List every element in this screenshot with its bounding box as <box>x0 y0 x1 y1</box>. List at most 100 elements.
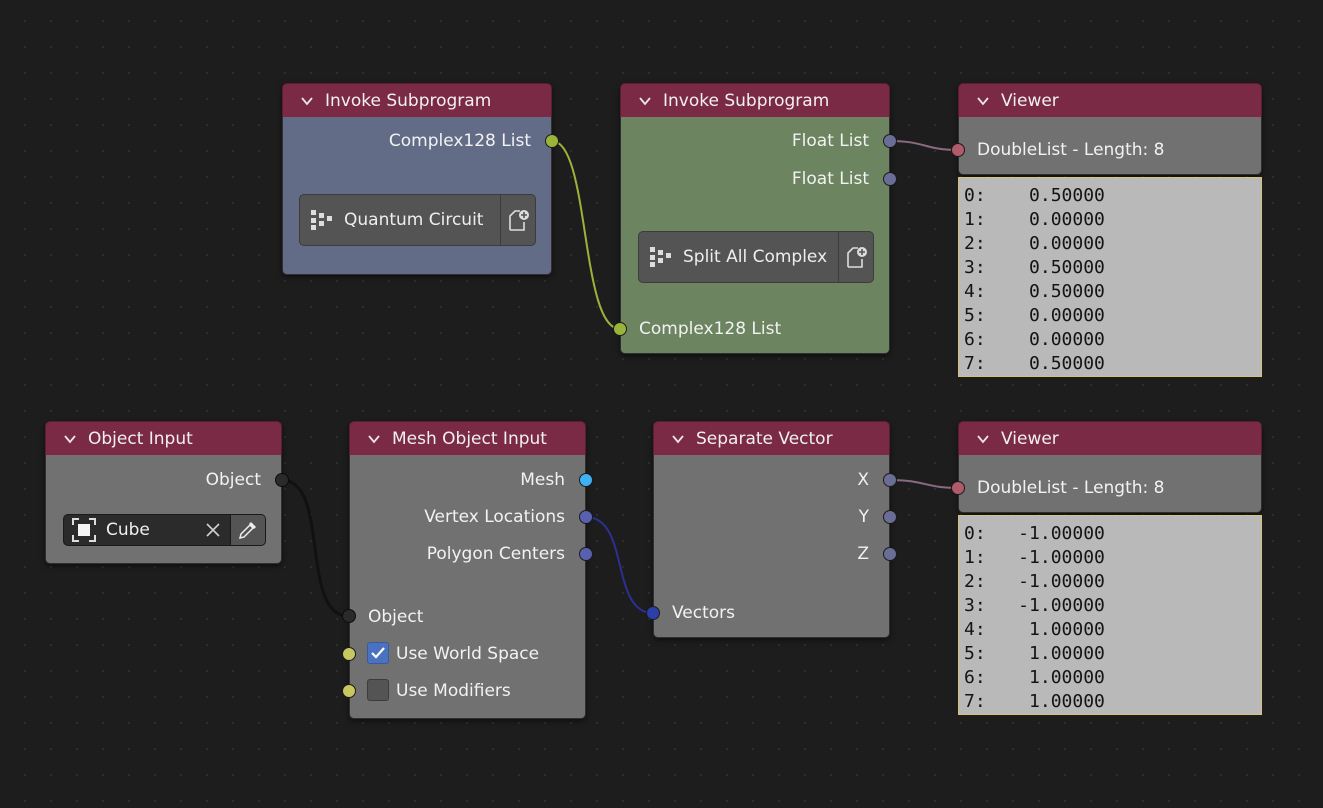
link-float-viewer1 <box>889 140 959 151</box>
viewer-node-1[interactable]: Viewer DoubleList - Length: 8 <box>951 83 1262 175</box>
invoke-subprogram-node-1[interactable]: Invoke Subprogram Complex128 List Quantu… <box>282 83 559 275</box>
input-socket-use-world-space[interactable] <box>342 647 356 661</box>
output-socket-y[interactable] <box>883 510 897 524</box>
node-body: Float List Float List Split All Complex … <box>620 117 890 354</box>
use-modifiers-label: Use Modifiers <box>396 681 511 701</box>
viewer-list-1: 0: 0.50000 1: 0.00000 2: 0.00000 3: 0.50… <box>958 177 1262 377</box>
list-item: 7: 0.50000 <box>964 353 1105 374</box>
node-header[interactable]: Viewer <box>958 421 1262 455</box>
object-field[interactable]: Cube <box>63 514 266 546</box>
input-socket-complex[interactable] <box>613 322 627 336</box>
invoke-subprogram-node-2[interactable]: Invoke Subprogram Float List Float List … <box>613 83 897 354</box>
node-header[interactable]: Invoke Subprogram <box>282 83 552 117</box>
list-item: 2: 0.00000 <box>964 233 1105 254</box>
list-item: 2: -1.00000 <box>964 571 1105 592</box>
mesh-object-input-node[interactable]: Mesh Object Input Mesh Vertex Locations … <box>342 421 593 719</box>
use-modifiers-checkbox[interactable] <box>367 679 389 701</box>
chevron-down-icon[interactable] <box>975 431 991 447</box>
new-subprogram-button[interactable] <box>500 195 535 245</box>
eyedropper-icon <box>238 522 256 540</box>
chevron-down-icon[interactable] <box>62 431 78 447</box>
input-socket-vectors[interactable] <box>646 606 660 620</box>
list-item: 6: 1.00000 <box>964 667 1105 688</box>
eyedropper-button[interactable] <box>230 515 265 545</box>
output-label-z: Z <box>857 544 869 564</box>
list-item: 5: 1.00000 <box>964 643 1105 664</box>
node-body: X Y Z Vectors <box>653 455 890 638</box>
output-socket-mesh[interactable] <box>579 473 593 487</box>
list-item: 1: 0.00000 <box>964 209 1105 230</box>
output-socket-x[interactable] <box>883 473 897 487</box>
list-item: 7: 1.00000 <box>964 691 1105 712</box>
list-item: 3: 0.50000 <box>964 257 1105 278</box>
node-body: Mesh Vertex Locations Polygon Centers Ob… <box>349 455 586 719</box>
chevron-down-icon[interactable] <box>637 93 653 109</box>
viewer-list-2: 0: -1.00000 1: -1.00000 2: -1.00000 3: -… <box>958 515 1262 715</box>
close-icon[interactable] <box>204 521 222 539</box>
list-item: 4: 1.00000 <box>964 619 1105 640</box>
output-label: Object <box>205 470 261 490</box>
output-label-vertex-locations: Vertex Locations <box>424 507 565 527</box>
object-icon <box>72 518 96 542</box>
node-header[interactable]: Viewer <box>958 83 1262 117</box>
use-world-space-label: Use World Space <box>396 644 540 664</box>
chevron-down-icon[interactable] <box>299 93 315 109</box>
input-socket-double[interactable] <box>951 481 965 495</box>
link-vector <box>585 516 654 614</box>
list-item: 3: -1.00000 <box>964 595 1105 616</box>
subprogram-button[interactable]: Split All Complex <box>639 232 838 282</box>
list-item: 1: -1.00000 <box>964 547 1105 568</box>
subprogram-label: Quantum Circuit <box>344 210 484 230</box>
output-socket-float-1[interactable] <box>883 134 897 148</box>
output-socket-complex[interactable] <box>545 134 559 148</box>
new-subprogram-button[interactable] <box>838 232 873 282</box>
subprogram-selector[interactable]: Quantum Circuit <box>299 194 536 246</box>
link-object <box>281 478 349 618</box>
node-body: DoubleList - Length: 8 <box>958 455 1262 513</box>
node-title: Object Input <box>88 428 193 449</box>
subprogram-button[interactable]: Quantum Circuit <box>300 195 500 245</box>
output-label-mesh: Mesh <box>520 470 565 490</box>
node-header[interactable]: Object Input <box>45 421 282 455</box>
viewer-node-2[interactable]: Viewer DoubleList - Length: 8 <box>951 421 1262 513</box>
node-header[interactable]: Separate Vector <box>653 421 890 455</box>
node-header[interactable]: Invoke Subprogram <box>620 83 890 117</box>
list-item: 5: 0.00000 <box>964 305 1105 326</box>
input-label-vectors: Vectors <box>672 603 736 623</box>
list-item: 4: 0.50000 <box>964 281 1105 302</box>
output-label-2: Float List <box>791 169 869 189</box>
new-file-icon <box>847 247 867 268</box>
output-socket-z[interactable] <box>883 547 897 561</box>
output-socket-object[interactable] <box>275 473 289 487</box>
output-label-y: Y <box>858 507 869 527</box>
output-label-1: Float List <box>791 131 869 151</box>
input-label-object: Object <box>368 607 424 627</box>
input-socket-object[interactable] <box>342 609 356 623</box>
link-x-viewer2 <box>889 479 959 489</box>
input-socket-use-modifiers[interactable] <box>342 684 356 698</box>
node-body: DoubleList - Length: 8 <box>958 117 1262 175</box>
node-header[interactable]: Mesh Object Input <box>349 421 586 455</box>
output-label-polygon-centers: Polygon Centers <box>426 544 565 564</box>
chevron-down-icon[interactable] <box>670 431 686 447</box>
chevron-down-icon[interactable] <box>975 93 991 109</box>
output-label-x: X <box>857 470 869 490</box>
list-item: 0: 0.50000 <box>964 185 1105 206</box>
node-title: Invoke Subprogram <box>663 90 830 111</box>
output-socket-float-2[interactable] <box>883 172 897 186</box>
object-input-node[interactable]: Object Input Object Cube <box>45 421 289 564</box>
link-complex <box>551 140 621 330</box>
node-title: Viewer <box>1001 428 1059 449</box>
output-socket-polygon-centers[interactable] <box>579 547 593 561</box>
input-socket-double[interactable] <box>951 143 965 157</box>
subprogram-selector[interactable]: Split All Complex <box>638 231 874 283</box>
node-tree-icon <box>650 247 671 267</box>
chevron-down-icon[interactable] <box>366 431 382 447</box>
node-title: Mesh Object Input <box>392 428 547 449</box>
node-title: Invoke Subprogram <box>325 90 492 111</box>
separate-vector-node[interactable]: Separate Vector X Y Z Vectors <box>646 421 897 638</box>
output-socket-vertex-locations[interactable] <box>579 510 593 524</box>
node-body: Complex128 List Quantum Circuit <box>282 117 552 275</box>
use-world-space-checkbox[interactable] <box>367 642 389 664</box>
checkmark-icon <box>371 647 385 659</box>
